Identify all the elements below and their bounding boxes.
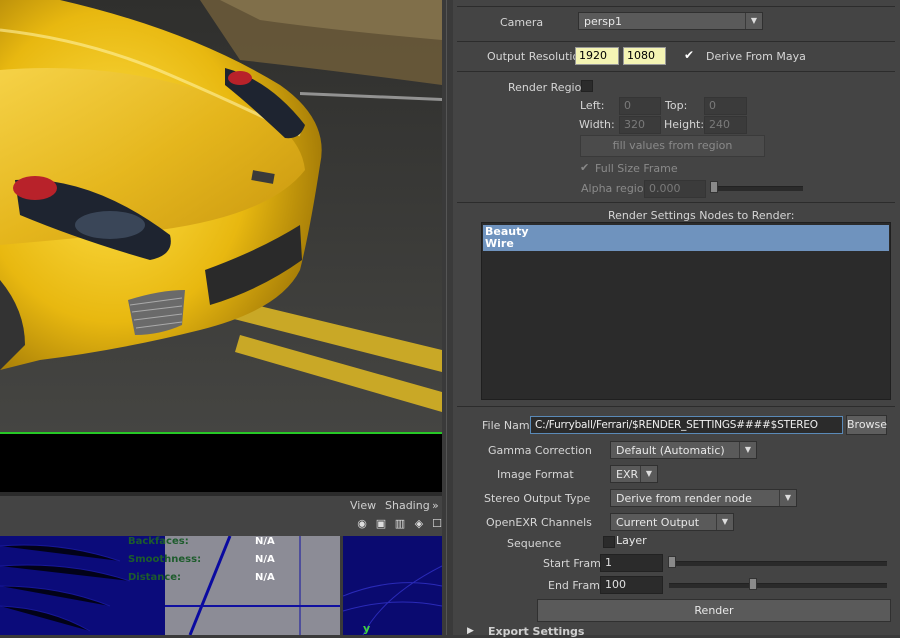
start-frame-slider[interactable] xyxy=(669,561,887,566)
image-format-value: EXR xyxy=(616,468,639,481)
chevron-down-icon: ▼ xyxy=(716,514,733,530)
height-label: Height: xyxy=(664,118,705,131)
browse-button[interactable]: Browse xyxy=(846,415,887,435)
render-region-label: Render Region xyxy=(508,81,589,94)
stat-label: Distance: xyxy=(128,572,182,583)
shading-menu[interactable]: Shading xyxy=(385,499,430,512)
file-name-input[interactable]: C:/Furryball/Ferrari/$RENDER_SETTINGS###… xyxy=(530,416,843,434)
render-region-checkbox[interactable] xyxy=(581,80,593,92)
render-nodes-list[interactable]: Beauty Wire xyxy=(481,222,891,400)
uv-texture-view[interactable]: Backfaces: N/A Smoothness: N/A Distance:… xyxy=(0,536,340,635)
panel-divider-line xyxy=(446,0,447,635)
region-width-field[interactable]: 320 xyxy=(619,116,661,134)
left-label: Left: xyxy=(580,99,605,112)
width-label: Width: xyxy=(579,118,615,131)
uv-wireframe xyxy=(0,536,340,635)
derive-from-maya-label: Derive From Maya xyxy=(706,50,806,63)
region-left-field[interactable]: 0 xyxy=(619,97,661,115)
end-frame-slider-thumb[interactable] xyxy=(749,578,757,590)
stat-value: N/A xyxy=(255,572,275,583)
render-viewport[interactable] xyxy=(0,0,442,432)
separator xyxy=(457,6,895,7)
export-settings-header[interactable]: Export Settings xyxy=(488,625,584,638)
stereo-output-label: Stereo Output Type xyxy=(484,492,591,505)
panel-divider[interactable] xyxy=(442,0,453,635)
openexr-channels-dropdown[interactable]: Current Output Layer ▼ xyxy=(610,513,734,547)
separator xyxy=(457,71,895,72)
chevron-down-icon: ▼ xyxy=(779,490,796,506)
openexr-channels-label: OpenEXR Channels xyxy=(486,516,592,529)
start-frame-label: Start Frame xyxy=(543,557,608,570)
gamma-correction-value: Default (Automatic) xyxy=(616,444,725,457)
end-frame-slider[interactable] xyxy=(669,583,887,588)
region-top-field[interactable]: 0 xyxy=(704,97,747,115)
derive-from-maya-checkbox[interactable]: ✔ xyxy=(682,48,696,62)
render-button[interactable]: Render xyxy=(537,599,891,622)
output-resolution-label: Output Resolution xyxy=(487,50,587,63)
alpha-region-slider[interactable] xyxy=(711,186,803,191)
camera-icon[interactable]: ◉ xyxy=(355,517,369,531)
stereo-output-value: Derive from render node xyxy=(616,492,752,505)
secondary-wireframe xyxy=(343,565,442,635)
fill-values-from-region-button[interactable]: fill values from region xyxy=(580,135,765,157)
view-menu[interactable]: View xyxy=(350,499,376,512)
separator xyxy=(457,406,895,407)
sequence-checkbox[interactable] xyxy=(603,536,615,548)
end-frame-field[interactable]: 100 xyxy=(600,576,663,594)
render-preview-image xyxy=(0,0,442,432)
camera-label: Camera xyxy=(500,16,544,29)
render-nodes-title: Render Settings Nodes to Render: xyxy=(608,209,795,222)
resolution-width-field[interactable]: 1920 xyxy=(575,47,619,65)
camera-value: persp1 xyxy=(584,15,622,28)
uv-panel-menubar: View Shading » xyxy=(0,496,442,516)
viewport-empty-area xyxy=(0,434,442,492)
more-menu-icon[interactable]: » xyxy=(432,499,439,512)
full-size-frame-label: Full Size Frame xyxy=(595,162,678,175)
stat-value: N/A xyxy=(255,536,275,547)
secondary-view[interactable]: y xyxy=(343,536,442,635)
axis-y-label: y xyxy=(363,622,371,635)
grid-icon[interactable]: ◈ xyxy=(412,517,426,531)
region-height-field[interactable]: 240 xyxy=(704,116,747,134)
start-frame-field[interactable]: 1 xyxy=(600,554,663,572)
stat-label: Smoothness: xyxy=(128,554,202,565)
stat-label: Backfaces: xyxy=(128,536,189,547)
separator xyxy=(457,41,895,42)
alpha-region-field[interactable]: 0.000 xyxy=(644,180,706,198)
end-frame-label: End Frame xyxy=(548,579,607,592)
film-icon[interactable]: ▣ xyxy=(374,517,388,531)
chevron-down-icon: ▼ xyxy=(739,442,756,458)
image-format-label: Image Format xyxy=(497,468,574,481)
start-frame-slider-thumb[interactable] xyxy=(668,556,676,568)
file-name-label: File Name xyxy=(482,419,537,432)
top-label: Top: xyxy=(665,99,688,112)
chevron-down-icon: ▼ xyxy=(745,13,762,29)
image-format-dropdown[interactable]: EXR ▼ xyxy=(610,465,658,483)
chevron-down-icon: ▼ xyxy=(640,466,657,482)
stereo-output-dropdown[interactable]: Derive from render node ▼ xyxy=(610,489,797,507)
sequence-label: Sequence xyxy=(507,537,562,550)
gamma-correction-dropdown[interactable]: Default (Automatic) ▼ xyxy=(610,441,757,459)
list-item[interactable]: Wire xyxy=(483,237,889,251)
gamma-correction-label: Gamma Correction xyxy=(488,444,592,457)
resolution-height-field[interactable]: 1080 xyxy=(623,47,666,65)
stat-value: N/A xyxy=(255,554,275,565)
separator xyxy=(457,202,895,203)
full-size-frame-checkbox[interactable]: ✔ xyxy=(580,161,589,174)
bookmark-icon[interactable]: ▥ xyxy=(393,517,407,531)
uv-panel-toolbar: ◉ ▣ ▥ ◈ ☐ xyxy=(0,516,442,536)
alpha-region-slider-thumb[interactable] xyxy=(710,181,718,193)
camera-dropdown[interactable]: persp1 ▼ xyxy=(578,12,763,30)
